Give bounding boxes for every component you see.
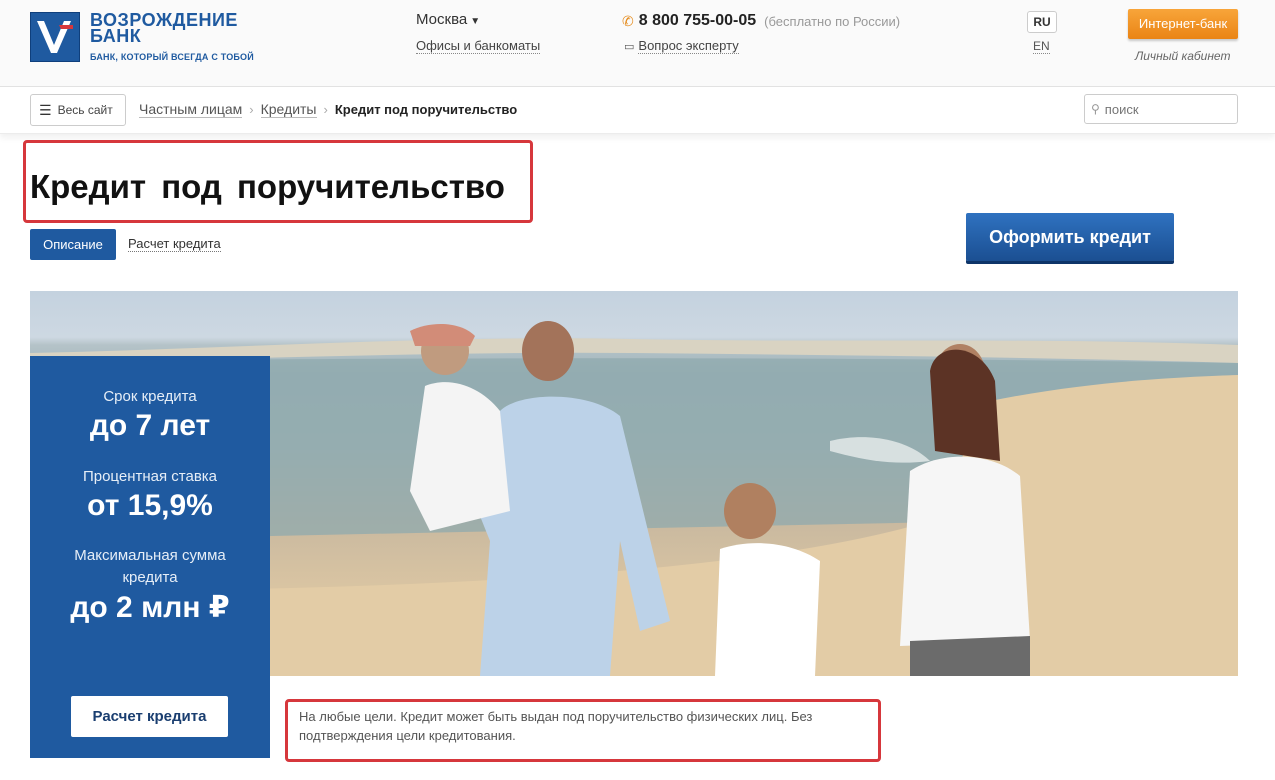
calculate-credit-button[interactable]: Расчет кредита xyxy=(71,696,228,737)
amount-label-line2: кредита xyxy=(122,569,178,586)
phone-note: (бесплатно по России) xyxy=(764,13,901,29)
all-site-label: Весь сайт xyxy=(57,103,113,117)
bank-logo-icon xyxy=(30,12,80,62)
rate-label: Процентная ставка xyxy=(82,468,218,485)
search-box[interactable]: ⚲ xyxy=(1084,94,1238,124)
site-header: ВОЗРОЖДЕНИЕ БАНК БАНК, КОТОРЫЙ ВСЕГДА С … xyxy=(0,0,1275,87)
breadcrumb-current: Кредит под поручительство xyxy=(334,102,518,117)
breadcrumb: Частным лицам › Кредиты › Кредит под пор… xyxy=(139,101,517,118)
caret-down-icon: ▼ xyxy=(470,16,481,27)
search-icon: ⚲ xyxy=(1091,102,1100,116)
amount-value: до 2 млн ₽ xyxy=(70,591,230,624)
chevron-right-icon: › xyxy=(249,102,254,117)
all-site-button[interactable]: ☰ Весь сайт xyxy=(30,94,126,126)
breadcrumb-item-credits[interactable]: Кредиты xyxy=(260,101,317,118)
internet-bank-button[interactable]: Интернет-банк xyxy=(1128,9,1238,39)
expert-link[interactable]: ▭ Вопрос эксперту xyxy=(624,38,739,54)
phone-icon: ✆ xyxy=(622,12,634,29)
tab-calculation[interactable]: Расчет кредита xyxy=(128,236,221,252)
breadcrumb-item-private[interactable]: Частным лицам xyxy=(139,101,243,118)
tab-description[interactable]: Описание xyxy=(30,229,116,260)
breadcrumb-bar: ☰ Весь сайт Частным лицам › Кредиты › Кр… xyxy=(0,87,1275,134)
offices-link[interactable]: Офисы и банкоматы xyxy=(416,38,541,54)
city-label: Москва xyxy=(416,11,468,28)
city-selector[interactable]: Москва ▼ xyxy=(416,11,480,28)
phone-block: ✆ 8 800 755-00-05 (бесплатно по России) xyxy=(622,12,900,30)
phone-number[interactable]: 8 800 755-00-05 xyxy=(639,12,756,30)
bank-logo[interactable]: ВОЗРОЖДЕНИЕ БАНК БАНК, КОТОРЫЙ ВСЕГДА С … xyxy=(30,11,254,62)
search-input[interactable] xyxy=(1102,100,1227,118)
menu-icon: ☰ xyxy=(39,101,52,118)
description-highlight-frame xyxy=(285,699,881,762)
chat-icon: ▭ xyxy=(624,40,635,53)
title-highlight-frame xyxy=(23,140,533,223)
lang-ru-button[interactable]: RU xyxy=(1027,11,1057,33)
term-value: до 7 лет xyxy=(89,409,211,442)
lang-en-link[interactable]: EN xyxy=(1033,39,1050,54)
logo-name-line2: БАНК xyxy=(90,26,142,46)
amount-label-line1: Максимальная сумма xyxy=(74,547,226,564)
chevron-right-icon: › xyxy=(323,102,328,117)
term-label: Срок кредита xyxy=(103,388,197,405)
cabinet-label: Личный кабинет xyxy=(1135,49,1231,63)
apply-credit-button[interactable]: Оформить кредит xyxy=(966,213,1174,261)
rate-value: от 15,9% xyxy=(87,489,213,522)
logo-tagline: БАНК, КОТОРЫЙ ВСЕГДА С ТОБОЙ xyxy=(90,52,254,62)
expert-link-label: Вопрос эксперту xyxy=(638,38,739,54)
